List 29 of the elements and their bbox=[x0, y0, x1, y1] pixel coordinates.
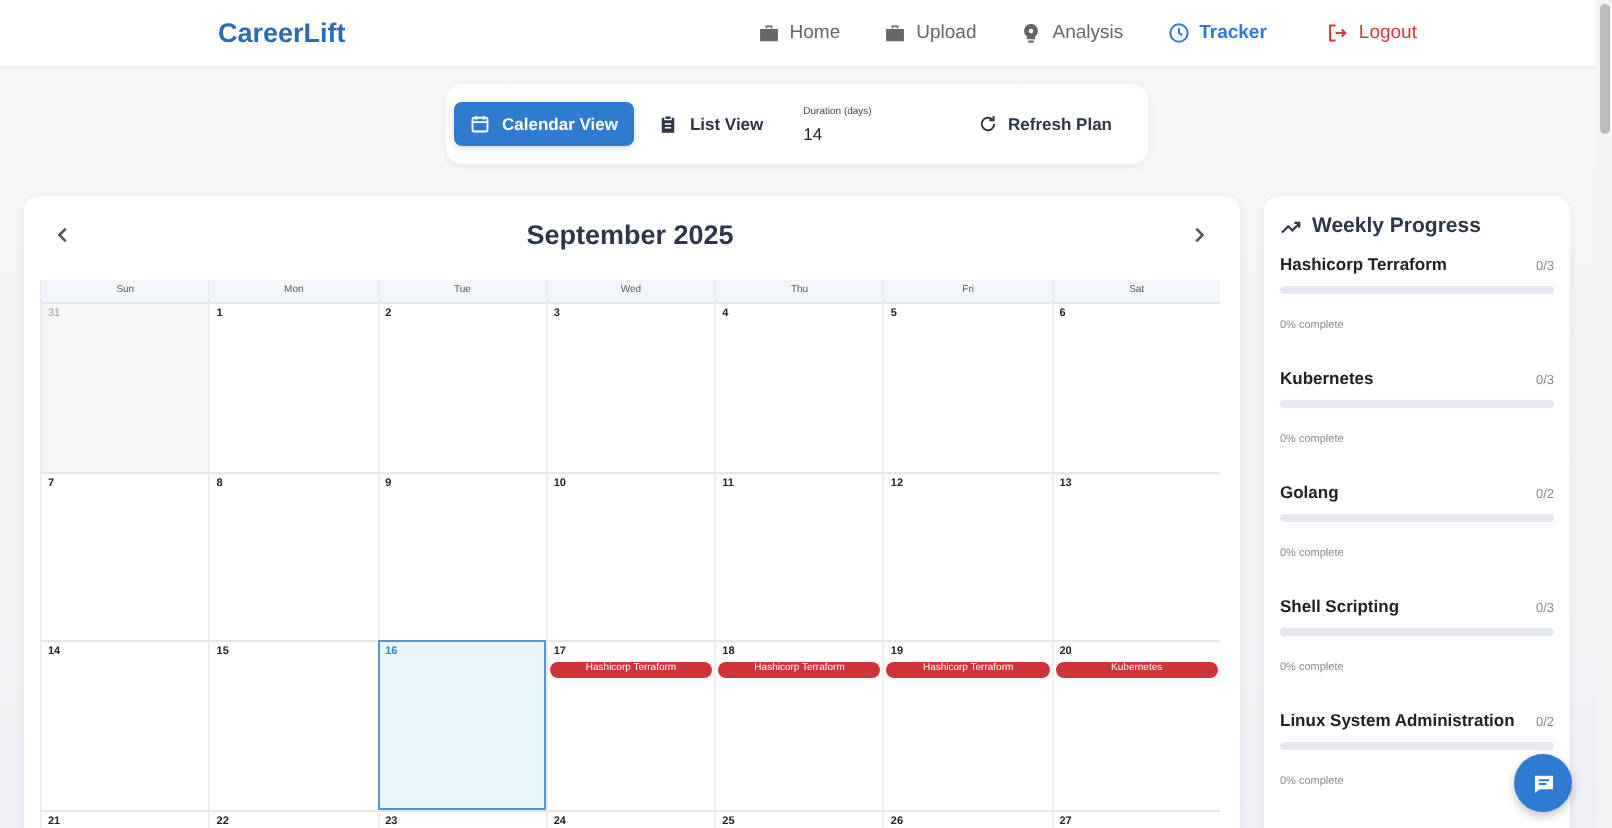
clock-icon bbox=[1167, 22, 1190, 44]
scrollbar[interactable] bbox=[1596, 0, 1612, 828]
skill-name: Shell Scripting bbox=[1280, 596, 1400, 616]
chat-icon bbox=[1531, 771, 1555, 795]
duration-input[interactable]: 14 bbox=[803, 117, 944, 143]
chevron-right-icon bbox=[1189, 225, 1207, 243]
nav-link[interactable]: Analysis bbox=[1020, 22, 1124, 44]
bulb-icon bbox=[1020, 22, 1043, 44]
calendar-icon bbox=[470, 114, 490, 134]
month-title: September 2025 bbox=[526, 219, 734, 249]
view-toggle-button[interactable]: List View bbox=[641, 102, 780, 146]
skill-name: Linux System Administration bbox=[1280, 710, 1515, 730]
nav-link[interactable]: Home bbox=[757, 22, 841, 44]
nav-link[interactable]: Upload bbox=[884, 22, 977, 44]
refresh-icon bbox=[978, 114, 999, 134]
progress-title: Weekly Progress bbox=[1312, 214, 1481, 238]
chevron-left-icon bbox=[53, 225, 71, 243]
logout-icon bbox=[1326, 22, 1349, 44]
refresh-button[interactable]: Refresh Plan bbox=[966, 112, 1124, 136]
logo[interactable]: CareerLift bbox=[218, 18, 346, 48]
skill-name: Kubernetes bbox=[1280, 368, 1374, 388]
nav-link[interactable]: Logout bbox=[1326, 22, 1417, 44]
skill-name: Golang bbox=[1280, 482, 1339, 502]
view-toggle-button[interactable]: Calendar View bbox=[454, 102, 634, 146]
briefcase-icon bbox=[757, 22, 780, 44]
clipboard-icon bbox=[657, 114, 678, 134]
briefcase-icon bbox=[884, 22, 907, 44]
skill-name: Hashicorp Terraform bbox=[1280, 254, 1447, 274]
nav-link[interactable]: Tracker bbox=[1167, 22, 1267, 44]
